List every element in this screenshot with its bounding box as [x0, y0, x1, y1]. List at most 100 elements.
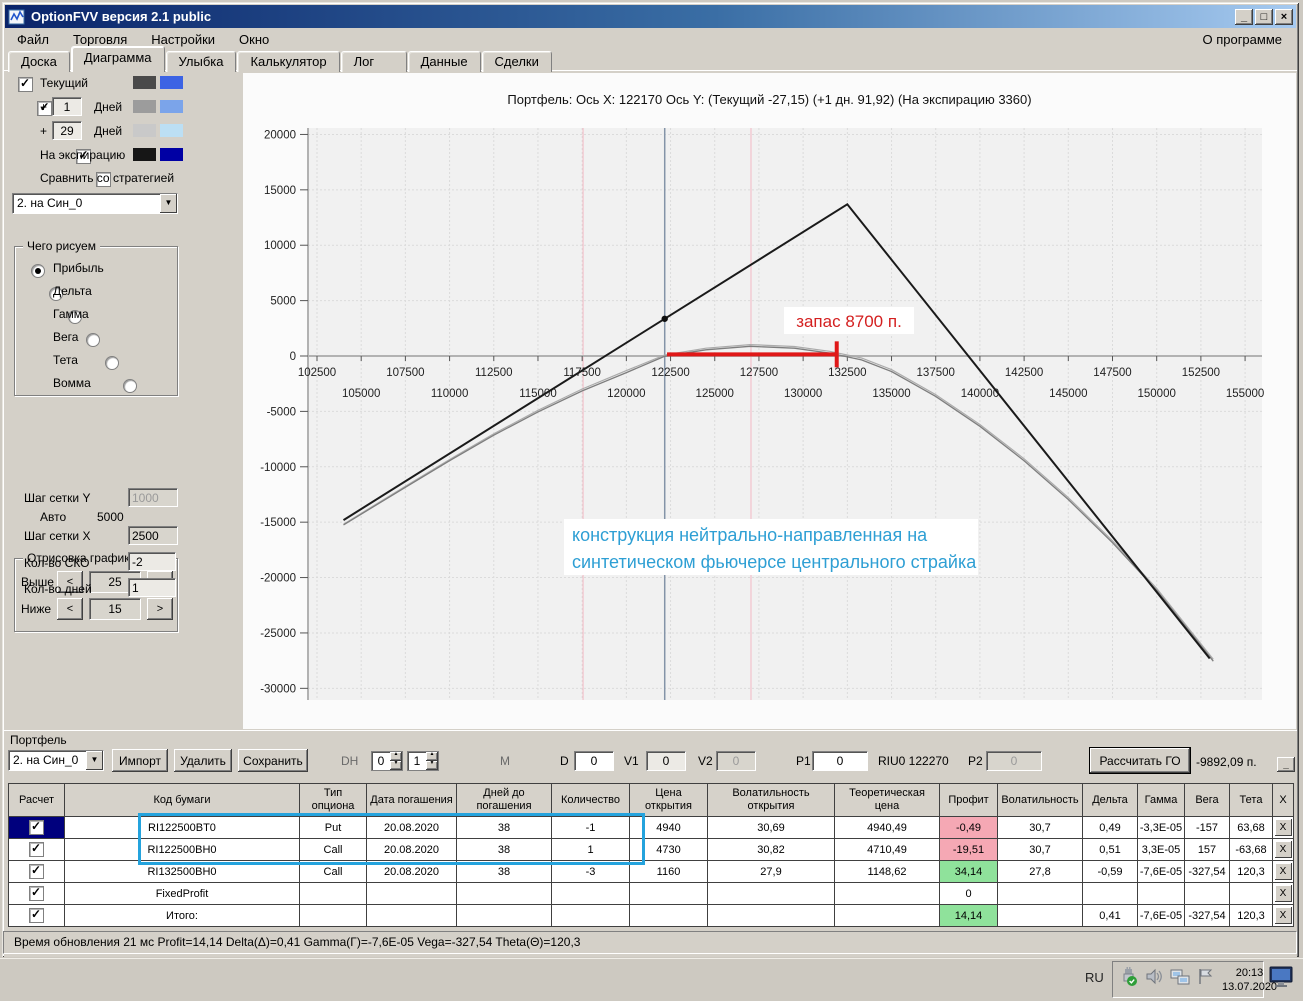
row-calc-checkbox[interactable]: [29, 819, 44, 835]
table-cell: -7,6E-05: [1137, 860, 1185, 883]
radio-profit[interactable]: [31, 263, 45, 278]
tab-log[interactable]: Лог: [340, 51, 407, 72]
table-cell: RI122500BH0: [64, 838, 300, 861]
tab-data[interactable]: Данные: [407, 51, 481, 72]
maximize-button[interactable]: □: [1255, 8, 1273, 25]
sko-input[interactable]: [128, 552, 176, 571]
row-calc-checkbox[interactable]: [29, 907, 44, 923]
spin-down-icon[interactable]: ▼: [426, 761, 438, 770]
radio-gamma-label: Гамма: [53, 307, 89, 321]
desktop: OptionFVV версия 2.1 public _ □ × Файл Т…: [0, 0, 1303, 1001]
strategy-select-value: 2. на Син_0: [17, 196, 83, 210]
strategy-select[interactable]: 2. на Син_0 ▼: [12, 193, 178, 214]
table-row: RI122500BH0Call20.08.2020381473030,82471…: [8, 838, 1294, 861]
table-cell: 38: [456, 816, 552, 839]
app-icon: [8, 9, 26, 25]
language-indicator[interactable]: RU: [1085, 970, 1104, 985]
table-cell: 20.08.2020: [366, 860, 457, 883]
table-cell: [707, 882, 835, 905]
table-cell: 20.08.2020: [366, 838, 457, 861]
radio-vomma[interactable]: [123, 378, 138, 393]
collapse-button[interactable]: _: [1277, 757, 1295, 772]
chevron-down-icon[interactable]: ▼: [160, 194, 177, 213]
x-tick-label: 110000: [431, 388, 469, 400]
grid-x-input[interactable]: [128, 526, 178, 545]
table-header: Теоретическая цена: [834, 783, 940, 817]
radio-theta[interactable]: [104, 355, 119, 370]
table-cell: [997, 882, 1083, 905]
x-tick-label: 117500: [563, 367, 601, 379]
calc-margin-button[interactable]: Рассчитать ГО: [1089, 747, 1191, 774]
row-calc-checkbox[interactable]: [29, 863, 44, 879]
usb-icon[interactable]: [1119, 967, 1138, 992]
tab-smile[interactable]: Улыбка: [165, 51, 237, 72]
plus29-days-input[interactable]: [52, 121, 82, 140]
row-delete-button[interactable]: X: [1274, 841, 1292, 858]
tab-deals[interactable]: Сделки: [481, 51, 552, 72]
d-label: D: [560, 754, 569, 768]
tab-diagram[interactable]: Диаграмма: [70, 46, 165, 72]
sko-label: Кол-во СКО: [24, 556, 90, 570]
below-decrease-button[interactable]: <: [57, 598, 83, 620]
x-tick-label: 130000: [784, 388, 822, 400]
row-calc-checkbox[interactable]: [29, 885, 44, 901]
table-header: Дельта: [1082, 783, 1138, 817]
flag-icon[interactable]: [1197, 968, 1215, 991]
current-curve-checkbox[interactable]: [18, 76, 33, 93]
dh-label: DH: [341, 754, 359, 768]
portfolio-strategy-value: 2. на Син_0: [13, 753, 79, 767]
tab-calculator[interactable]: Калькулятор: [237, 51, 340, 72]
table-cell: 1148,62: [834, 860, 940, 883]
y-tick-label: -10000: [260, 462, 296, 474]
x-tick-label: 132500: [828, 367, 866, 379]
table-cell: -0,59: [1082, 860, 1138, 883]
dh-spinner-2[interactable]: 1 ▲ ▼: [407, 751, 439, 771]
save-button[interactable]: Сохранить: [238, 749, 308, 772]
network-icon[interactable]: [1170, 968, 1190, 991]
table-cell: 38: [456, 860, 552, 883]
plus1-days-input[interactable]: [52, 97, 82, 116]
menu-file[interactable]: Файл: [5, 30, 61, 49]
x-tick-label: 105000: [342, 388, 380, 400]
p2-input: [986, 751, 1042, 771]
table-cell: 38: [456, 838, 552, 861]
menu-about[interactable]: О программе: [1188, 30, 1296, 49]
p1-input[interactable]: [812, 751, 868, 771]
tab-board[interactable]: Доска: [8, 51, 70, 72]
radio-vega[interactable]: [86, 332, 101, 347]
import-button[interactable]: Импорт: [112, 749, 168, 772]
delete-button[interactable]: Удалить: [174, 749, 232, 772]
close-button[interactable]: ×: [1275, 8, 1293, 25]
dh-spinner-1-value: 0: [377, 754, 385, 768]
days-count-input[interactable]: [128, 578, 176, 597]
table-cell: 63,68: [1229, 816, 1273, 839]
row-delete-button[interactable]: X: [1274, 885, 1292, 902]
x-tick-label: 155000: [1226, 388, 1264, 400]
v1-input[interactable]: [646, 751, 686, 771]
table-row: RI132500BH0Call20.08.202038-3116027,9114…: [8, 860, 1294, 883]
grid-x-label: Шаг сетки X: [24, 529, 91, 543]
table-cell: [1082, 882, 1138, 905]
table-cell: [1184, 882, 1230, 905]
volume-icon[interactable]: [1145, 968, 1163, 991]
below-increase-button[interactable]: >: [147, 598, 173, 620]
y-tick-label: 10000: [264, 240, 296, 252]
spin-down-icon[interactable]: ▼: [390, 761, 402, 770]
row-delete-button[interactable]: X: [1274, 907, 1292, 924]
expiration-color-swatch: [133, 148, 156, 161]
table-cell: -3: [551, 860, 630, 883]
chevron-down-icon[interactable]: ▼: [86, 751, 103, 770]
row-calc-checkbox[interactable]: [29, 841, 44, 857]
y-tick-label: 0: [290, 351, 296, 363]
dh-spinner-1[interactable]: 0 ▲ ▼: [371, 751, 403, 771]
show-desktop-icon[interactable]: [1268, 964, 1296, 997]
table-cell: -19,51: [939, 838, 998, 861]
menu-window[interactable]: Окно: [227, 30, 281, 49]
window-title: OptionFVV версия 2.1 public: [31, 9, 212, 24]
x-tick-label: 135000: [872, 388, 910, 400]
minimize-button[interactable]: _: [1235, 8, 1253, 25]
row-delete-button[interactable]: X: [1274, 819, 1292, 836]
row-delete-button[interactable]: X: [1274, 863, 1292, 880]
d-input[interactable]: [574, 751, 614, 771]
portfolio-strategy-select[interactable]: 2. на Син_0 ▼: [8, 750, 104, 771]
